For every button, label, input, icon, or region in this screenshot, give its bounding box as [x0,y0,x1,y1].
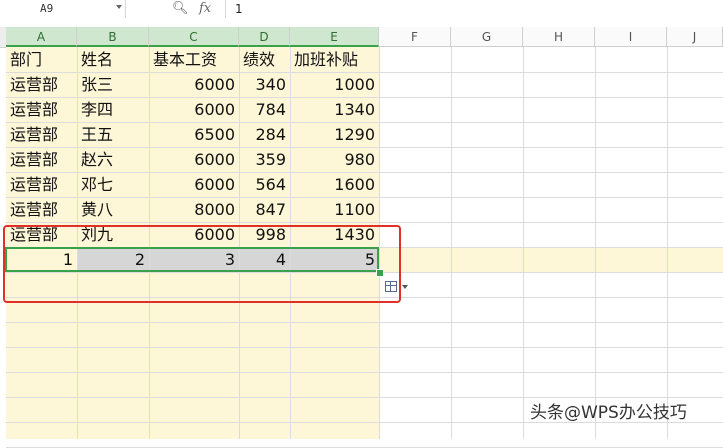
cell-d7[interactable]: 847 [239,197,290,222]
cell-e2[interactable]: 1000 [290,72,379,97]
spreadsheet-grid: 部门 姓名 基本工资 绩效 加班补贴 运营部 张三 6000 340 1000 运营部 李四 6000 7… [0,47,723,448]
cell-e7[interactable]: 1100 [290,197,379,222]
name-box-dropdown-icon[interactable] [116,5,122,9]
cell-e5[interactable]: 980 [290,147,379,172]
column-header-c[interactable]: C [149,27,239,47]
cell-e1[interactable]: 加班补贴 [290,47,379,72]
table-icon [385,281,397,292]
formula-bar: A9 🔍︎ fx 1 [0,0,723,20]
grid-hline [6,372,723,373]
zoom-search-icon[interactable]: 🔍︎ [172,1,189,17]
cell-c4[interactable]: 6500 [149,122,239,147]
cell-e6[interactable]: 1600 [290,172,379,197]
cell-c3[interactable]: 6000 [149,97,239,122]
cell-d1[interactable]: 绩效 [239,47,290,72]
cell-b2[interactable]: 张三 [77,72,149,97]
cell-a3[interactable]: 运营部 [6,97,77,122]
highlighted-row-fill [379,248,723,272]
cell-d5[interactable]: 359 [239,147,290,172]
column-header-a[interactable]: A [6,27,77,47]
cell-b5[interactable]: 赵六 [77,147,149,172]
cell-c1[interactable]: 基本工资 [149,47,239,72]
annotation-red-box [3,225,401,303]
cell-d6[interactable]: 564 [239,172,290,197]
cell-a4[interactable]: 运营部 [6,122,77,147]
cell-a5[interactable]: 运营部 [6,147,77,172]
column-header-g[interactable]: G [451,27,523,47]
autofill-options-button[interactable] [385,280,411,296]
name-box[interactable]: A9 [0,0,126,18]
cell-c5[interactable]: 6000 [149,147,239,172]
cell-e3[interactable]: 1340 [290,97,379,122]
cell-a2[interactable]: 运营部 [6,72,77,97]
cell-e4[interactable]: 1290 [290,122,379,147]
grid-vline [595,47,596,439]
fx-icon[interactable]: fx [199,0,211,17]
cell-c7[interactable]: 8000 [149,197,239,222]
column-header-d[interactable]: D [239,27,290,47]
cell-d4[interactable]: 284 [239,122,290,147]
formula-divider [225,0,226,18]
cell-b7[interactable]: 黄八 [77,197,149,222]
grid-hline [6,347,723,348]
grid-hline [6,322,723,323]
grid-vline [523,47,524,439]
column-header-h[interactable]: H [523,27,595,47]
cell-b3[interactable]: 李四 [77,97,149,122]
cell-d2[interactable]: 340 [239,72,290,97]
formula-input[interactable]: 1 [235,0,243,18]
column-header-e[interactable]: E [290,27,379,47]
cell-c2[interactable]: 6000 [149,72,239,97]
cell-a1[interactable]: 部门 [6,47,77,72]
watermark: 头条@WPS办公技巧 [530,403,687,423]
column-header-i[interactable]: I [595,27,667,47]
grid-vline [451,47,452,439]
cell-d3[interactable]: 784 [239,97,290,122]
cell-b6[interactable]: 邓七 [77,172,149,197]
column-header-b[interactable]: B [77,27,149,47]
cell-a7[interactable]: 运营部 [6,197,77,222]
cell-c6[interactable]: 6000 [149,172,239,197]
cell-b1[interactable]: 姓名 [77,47,149,72]
grid-vline [667,47,668,439]
column-header-f[interactable]: F [379,27,451,47]
column-header-j[interactable]: J [667,27,723,47]
chevron-down-icon [402,285,408,289]
cell-b4[interactable]: 王五 [77,122,149,147]
cell-a6[interactable]: 运营部 [6,172,77,197]
